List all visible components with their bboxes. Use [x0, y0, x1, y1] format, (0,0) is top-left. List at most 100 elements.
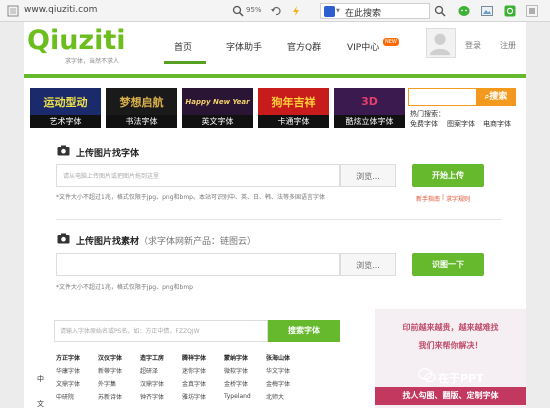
font-brand-link[interactable]: Typeland	[224, 390, 266, 403]
upload-font-hint: *文件大小不超过1兆，格式仅限于jpg、png和bmp。本站可识别中、英、日、韩…	[56, 194, 325, 201]
side-category-label: 文	[37, 400, 44, 408]
flash-icon[interactable]	[290, 5, 302, 17]
font-brand-link[interactable]: 汉鼎字体	[140, 377, 182, 390]
camera-icon	[57, 233, 70, 244]
upload-material-input[interactable]	[56, 253, 340, 276]
address-bar-url[interactable]: www.qiuziti.com	[24, 5, 97, 15]
font-brand-link[interactable]: 蒙纳字体	[224, 351, 266, 364]
nav-font-helper[interactable]: 字体助手	[226, 40, 262, 53]
browser-search-box[interactable]: ▼ 在此搜索	[320, 3, 430, 19]
search-engine-icon[interactable]	[324, 6, 335, 17]
font-search-input[interactable]: 请输入字体原始名或PS名，如：方正中倩，FZZQJW	[54, 320, 268, 342]
banner-3d-font[interactable]: 3D 酷炫立体字体	[334, 88, 405, 128]
hot-search-item[interactable]: 电商字体	[483, 119, 511, 129]
banner-calligraphy-font[interactable]: 梦想启航 书法字体	[106, 88, 177, 128]
banner-label: 英文字体	[182, 115, 253, 128]
font-rules-link[interactable]: 求字规则	[446, 194, 470, 203]
font-brand-link[interactable]: 北师大	[266, 390, 308, 403]
table-row: 文鼎字体 外字集 汉鼎字体 金真字体 金桥字体 金梅字体	[56, 377, 308, 390]
wechat-watermark-icon	[418, 368, 436, 383]
banner-english-font[interactable]: Happy New Year 英文字体	[182, 88, 253, 128]
font-brand-link[interactable]: 金梅字体	[266, 377, 308, 390]
font-brand-link[interactable]: 造字工房	[140, 351, 182, 364]
font-brand-link[interactable]: 金桥字体	[224, 377, 266, 390]
menu-icon[interactable]	[526, 5, 538, 17]
banner-label: 酷炫立体字体	[334, 115, 405, 128]
site-search-label: 搜索	[489, 92, 508, 102]
font-brand-link[interactable]: 华文字体	[266, 364, 308, 377]
upload-font-input[interactable]: 请从电脑上传图片或把图片拖到这里	[56, 164, 340, 187]
home-icon[interactable]	[7, 5, 19, 17]
table-row: 中研院 苏新诗体 钟齐字体 雅坊字体 Typeland 北师大	[56, 390, 308, 403]
font-brand-link[interactable]: 苏新诗体	[98, 390, 140, 403]
banner-cartoon-font[interactable]: 狗年吉祥 卡通字体	[258, 88, 329, 128]
banner-art-font[interactable]: 运动型动 艺术字体	[30, 88, 101, 128]
font-search-button[interactable]: 搜索字体	[268, 320, 340, 342]
hot-search-item[interactable]: 图案字体	[447, 119, 475, 129]
font-brand-link[interactable]: 金真字体	[182, 377, 224, 390]
font-brand-link[interactable]: 微软字体	[224, 364, 266, 377]
image-icon[interactable]	[481, 5, 493, 17]
hot-search-item[interactable]: 免费字体	[410, 119, 438, 129]
upload-material-note: （求字体网新产品：链图云）	[139, 237, 257, 247]
register-link[interactable]: 注册	[500, 40, 516, 51]
site-search-button[interactable]: ⌕搜索	[476, 88, 516, 106]
font-brand-table: 方正字体 汉仪字体 造字工房 腾祥字体 蒙纳字体 张海山体 华康字体 新蒂字体 …	[56, 351, 308, 403]
nav-qq-group[interactable]: 官方Q群	[287, 40, 321, 53]
custom-font-ad[interactable]: 印前越来越贵，越来越难找 我们来帮你解决！ 找人勾图、翻版、定制字体	[375, 309, 526, 408]
banner-image-text: 狗年吉祥	[271, 95, 316, 109]
logo-slogan: 求字体，当然不求人	[65, 58, 120, 65]
zoom-level: 95%	[246, 6, 262, 14]
start-upload-button[interactable]: 开始上传	[412, 164, 484, 187]
font-brand-link[interactable]: 方正字体	[56, 351, 98, 364]
avatar[interactable]	[426, 28, 456, 58]
site-search-input[interactable]	[408, 88, 478, 106]
font-brand-link[interactable]: 华康字体	[56, 364, 98, 377]
zoom-icon[interactable]	[232, 5, 244, 17]
site-header: Qiuziti 求字体，当然不求人 首页 字体助手 官方Q群 VIP中心 NEW…	[24, 22, 526, 74]
beginner-guide-link[interactable]: 新手指南	[416, 194, 440, 203]
font-brand-link[interactable]: 文鼎字体	[56, 377, 98, 390]
vip-new-badge: NEW	[383, 38, 399, 46]
nav-active-indicator	[164, 61, 206, 64]
font-brand-link[interactable]: 钟齐字体	[140, 390, 182, 403]
search-icon[interactable]	[434, 5, 446, 17]
font-brand-link[interactable]: 迷你字体	[182, 364, 224, 377]
chevron-down-icon[interactable]: ▼	[336, 8, 340, 14]
site-search: ⌕搜索	[408, 88, 516, 106]
section-divider	[56, 219, 502, 220]
upload-font-title: 上传图片找字体	[76, 149, 140, 159]
font-brand-link[interactable]: 超研泽	[140, 364, 182, 377]
banner-image-text: 梦想启航	[119, 95, 164, 109]
font-brand-link[interactable]: 汉仪字体	[98, 351, 140, 364]
font-brand-link[interactable]: 张海山体	[266, 351, 308, 364]
undo-icon[interactable]	[270, 5, 282, 17]
banner-image: 狗年吉祥	[258, 88, 329, 115]
banner-image: 梦想启航	[106, 88, 177, 115]
upload-font-browse-button[interactable]: 浏览...	[340, 164, 396, 187]
category-banners: 运动型动 艺术字体 梦想启航 书法字体 Happy New Year 英文字体 …	[24, 78, 526, 131]
upload-material-browse-button[interactable]: 浏览...	[340, 253, 396, 276]
font-brand-link[interactable]: 新蒂字体	[98, 364, 140, 377]
wechat-icon[interactable]	[458, 5, 470, 17]
nav-vip-center[interactable]: VIP中心	[347, 40, 379, 53]
font-brand-link[interactable]: 雅坊字体	[182, 390, 224, 403]
table-row: 华康字体 新蒂字体 超研泽 迷你字体 微软字体 华文字体	[56, 364, 308, 377]
site-logo[interactable]: Qiuziti 求字体，当然不求人	[27, 26, 126, 66]
banner-label: 书法字体	[106, 115, 177, 128]
watermark-text: 在于PPT	[438, 372, 484, 385]
ad-line-2: 我们来帮你解决！	[418, 341, 483, 350]
banner-image-text: 运动型动	[43, 95, 88, 109]
banner-image: 运动型动	[30, 88, 101, 115]
side-category-label: 中	[37, 375, 44, 383]
login-link[interactable]: 登录	[465, 40, 481, 51]
upload-material-title-text: 上传图片找素材	[76, 237, 140, 247]
nav-home[interactable]: 首页	[174, 40, 192, 53]
font-brand-link[interactable]: 腾祥字体	[182, 351, 224, 364]
app-icon[interactable]	[504, 5, 516, 17]
banner-image-text: 3D	[361, 95, 378, 108]
recognize-image-button[interactable]: 识图一下	[412, 253, 484, 276]
ad-line-1: 印前越来越贵，越来越难找	[402, 323, 499, 332]
font-brand-link[interactable]: 外字集	[98, 377, 140, 390]
font-brand-link[interactable]: 中研院	[56, 390, 98, 403]
